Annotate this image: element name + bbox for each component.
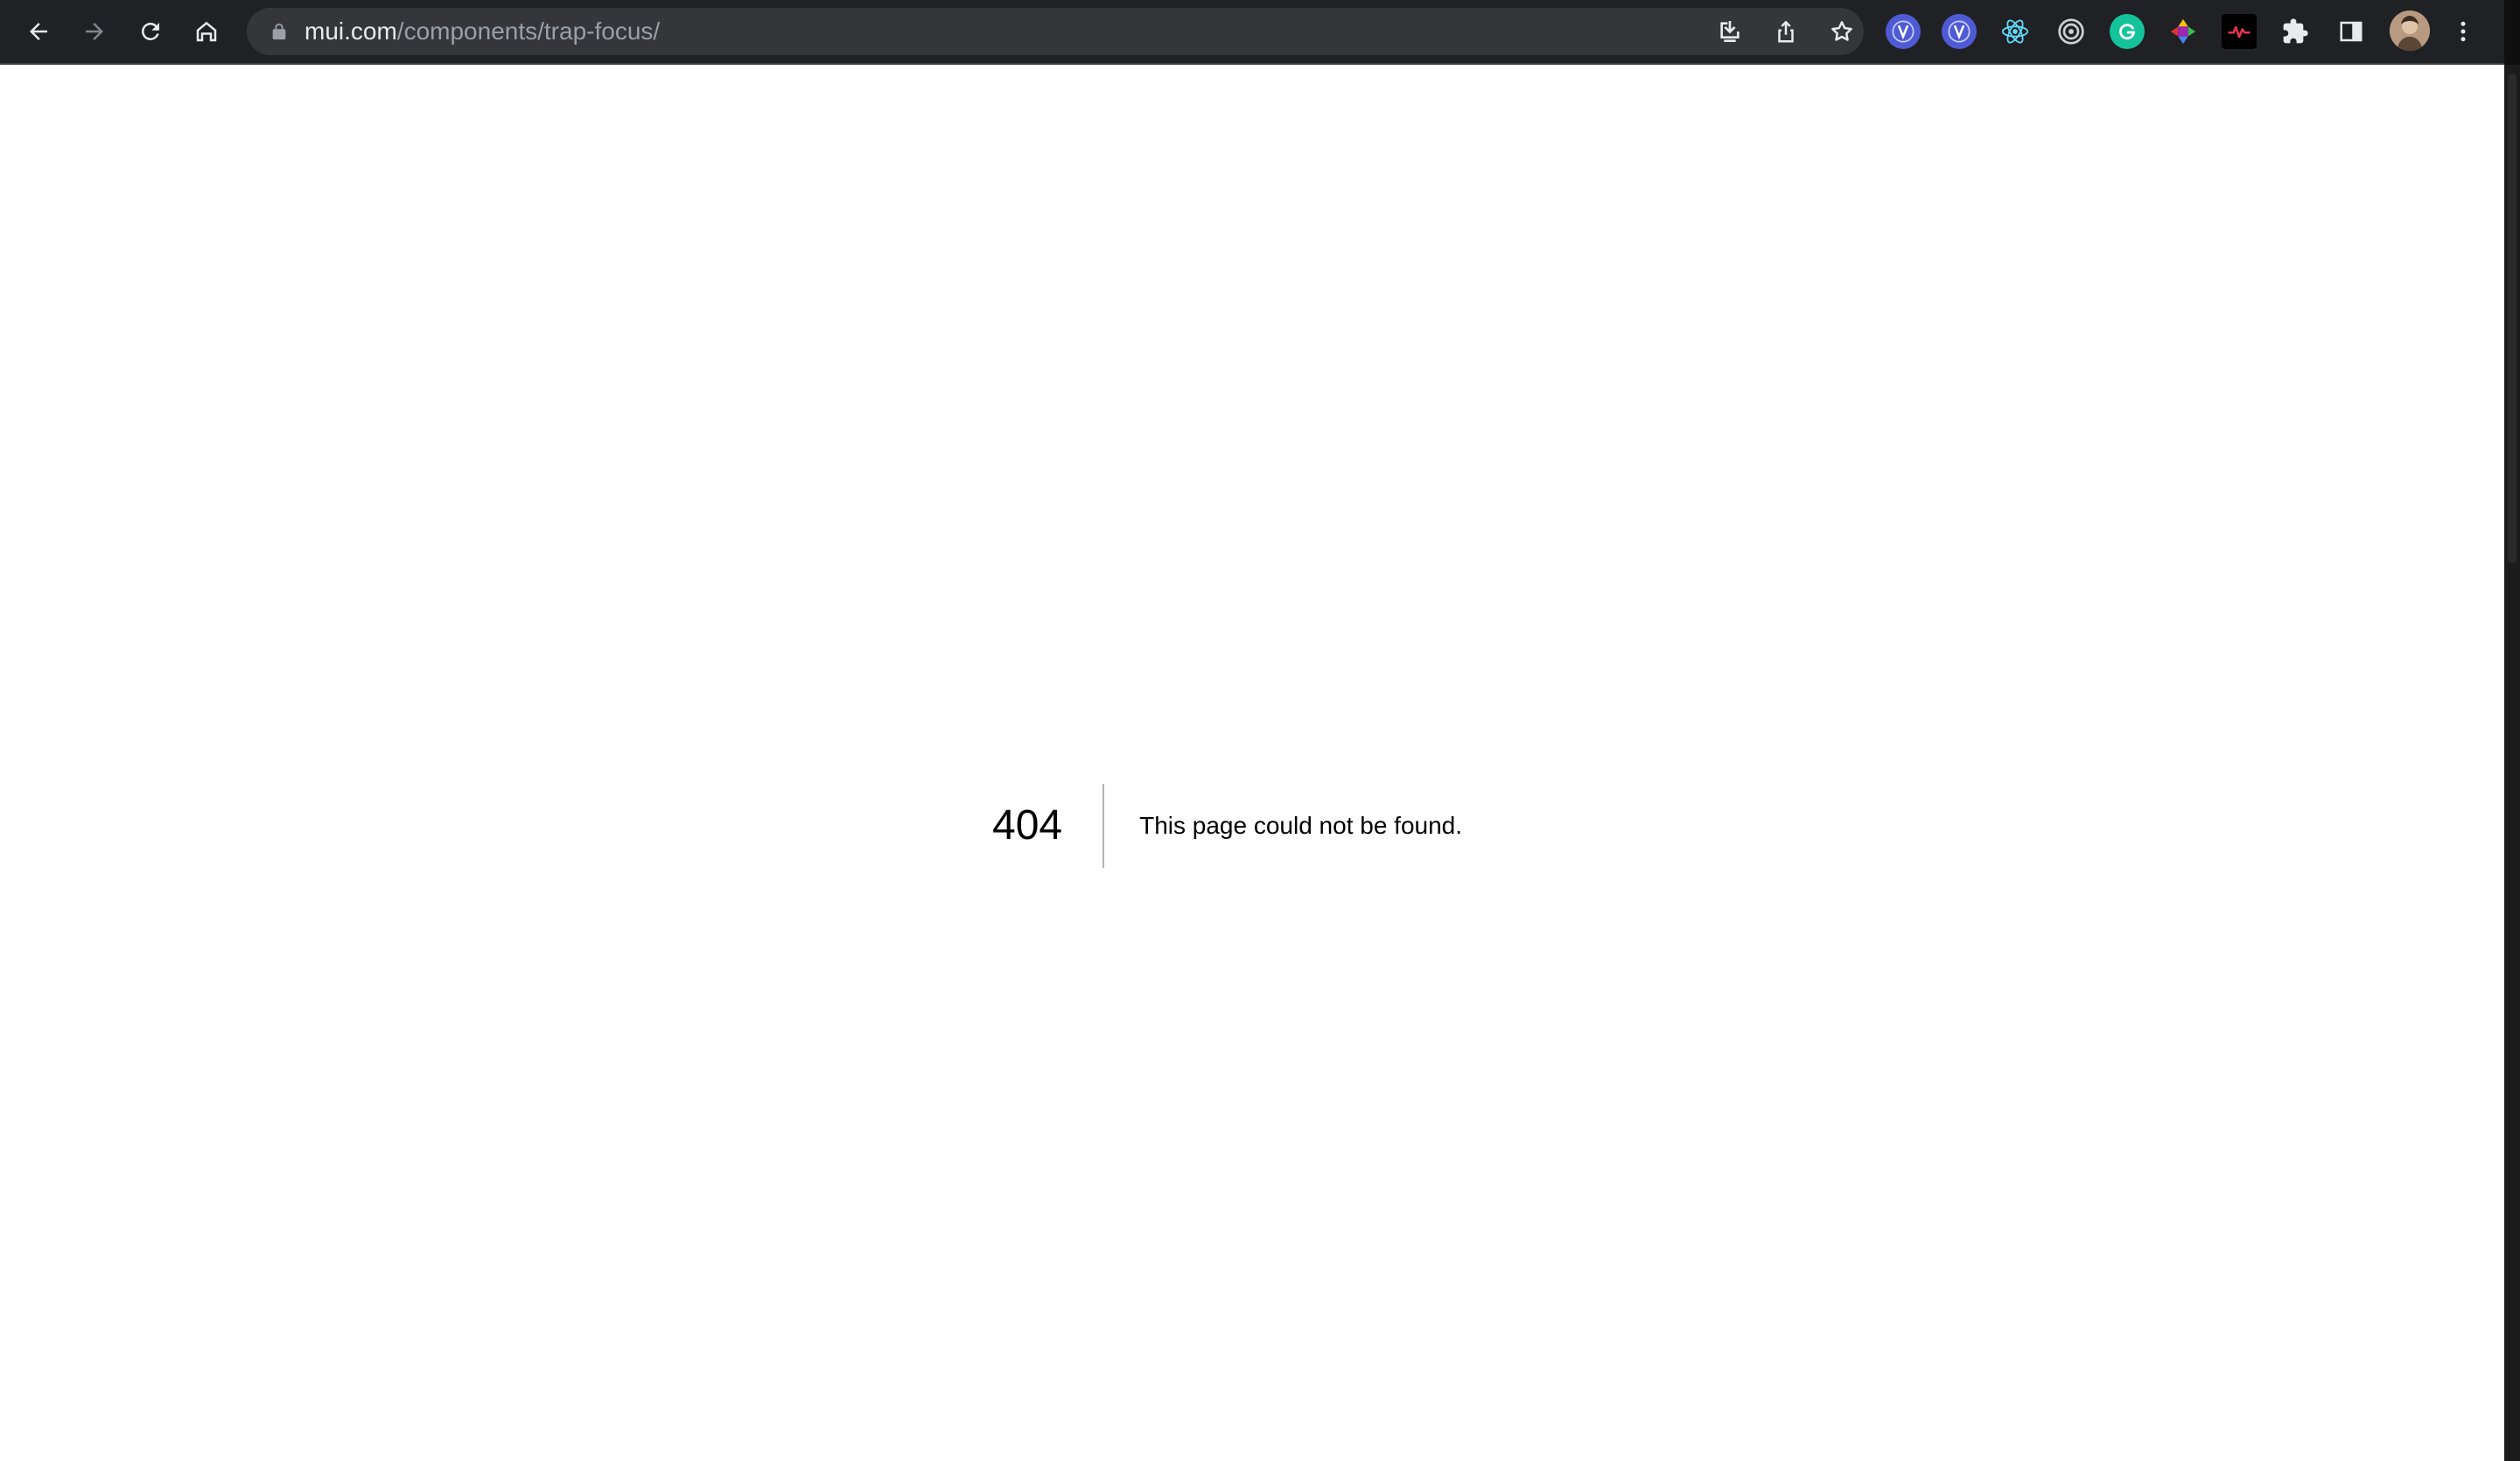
page-content: 404 This page could not be found. <box>0 65 2504 1461</box>
pulse-icon <box>2228 25 2250 38</box>
browser-toolbar: mui.com/components/trap-focus/ <box>0 0 2504 65</box>
extensions-button[interactable] <box>2278 14 2313 49</box>
browser-window: mui.com/components/trap-focus/ 404 This … <box>0 0 2520 1461</box>
target-icon <box>2058 18 2084 45</box>
back-button[interactable] <box>16 9 61 54</box>
avatar-icon <box>2390 10 2430 51</box>
url-path: /components/trap-focus/ <box>396 17 661 45</box>
install-app-button[interactable] <box>1712 13 1748 50</box>
reload-button[interactable] <box>128 9 173 54</box>
url-host: mui.com <box>304 17 397 45</box>
side-panel-button[interactable] <box>2334 14 2369 49</box>
not-found-message: 404 This page could not be found. <box>992 784 1462 868</box>
home-icon <box>196 21 217 42</box>
puzzle-icon <box>2283 18 2308 44</box>
color-picker-icon <box>2170 18 2196 45</box>
profile-avatar-button[interactable] <box>2390 10 2430 51</box>
address-bar[interactable]: mui.com/components/trap-focus/ <box>247 8 1864 55</box>
forward-button[interactable] <box>72 9 117 54</box>
color-picker-button[interactable] <box>2166 14 2201 49</box>
error-code: 404 <box>992 784 1105 868</box>
grammarly-icon <box>2119 24 2136 40</box>
extension-v2-icon <box>1948 20 1970 43</box>
arrow-left-icon <box>30 23 47 40</box>
lock-icon <box>272 23 286 40</box>
share-button[interactable] <box>1768 13 1804 50</box>
kebab-menu-icon <box>2460 21 2466 42</box>
extension-v-icon <box>1892 20 1914 43</box>
arrow-right-icon <box>86 23 103 40</box>
home-button[interactable] <box>184 9 229 54</box>
pulse-extension-button[interactable] <box>2222 14 2257 49</box>
error-message: This page could not be found. <box>1139 812 1463 839</box>
star-icon <box>1831 21 1852 41</box>
grammarly-button[interactable] <box>2110 14 2145 49</box>
share-icon <box>1778 20 1794 43</box>
scrollbar-thumb[interactable] <box>2508 73 2516 563</box>
reload-icon <box>142 23 159 40</box>
url-text[interactable]: mui.com/components/trap-focus/ <box>304 8 660 55</box>
browser-menu-button[interactable] <box>2446 14 2481 49</box>
extension-v2-button[interactable] <box>1942 14 1977 49</box>
react-devtools-button[interactable] <box>1998 14 2033 49</box>
install-icon <box>1720 21 1740 42</box>
target-extension-button[interactable] <box>2054 14 2089 49</box>
bookmark-button[interactable] <box>1824 13 1860 50</box>
side-panel-icon <box>2340 21 2362 42</box>
extension-v-button[interactable] <box>1886 14 1921 49</box>
page-scrollbar[interactable] <box>2504 65 2520 1461</box>
react-devtools-icon <box>2001 19 2029 44</box>
